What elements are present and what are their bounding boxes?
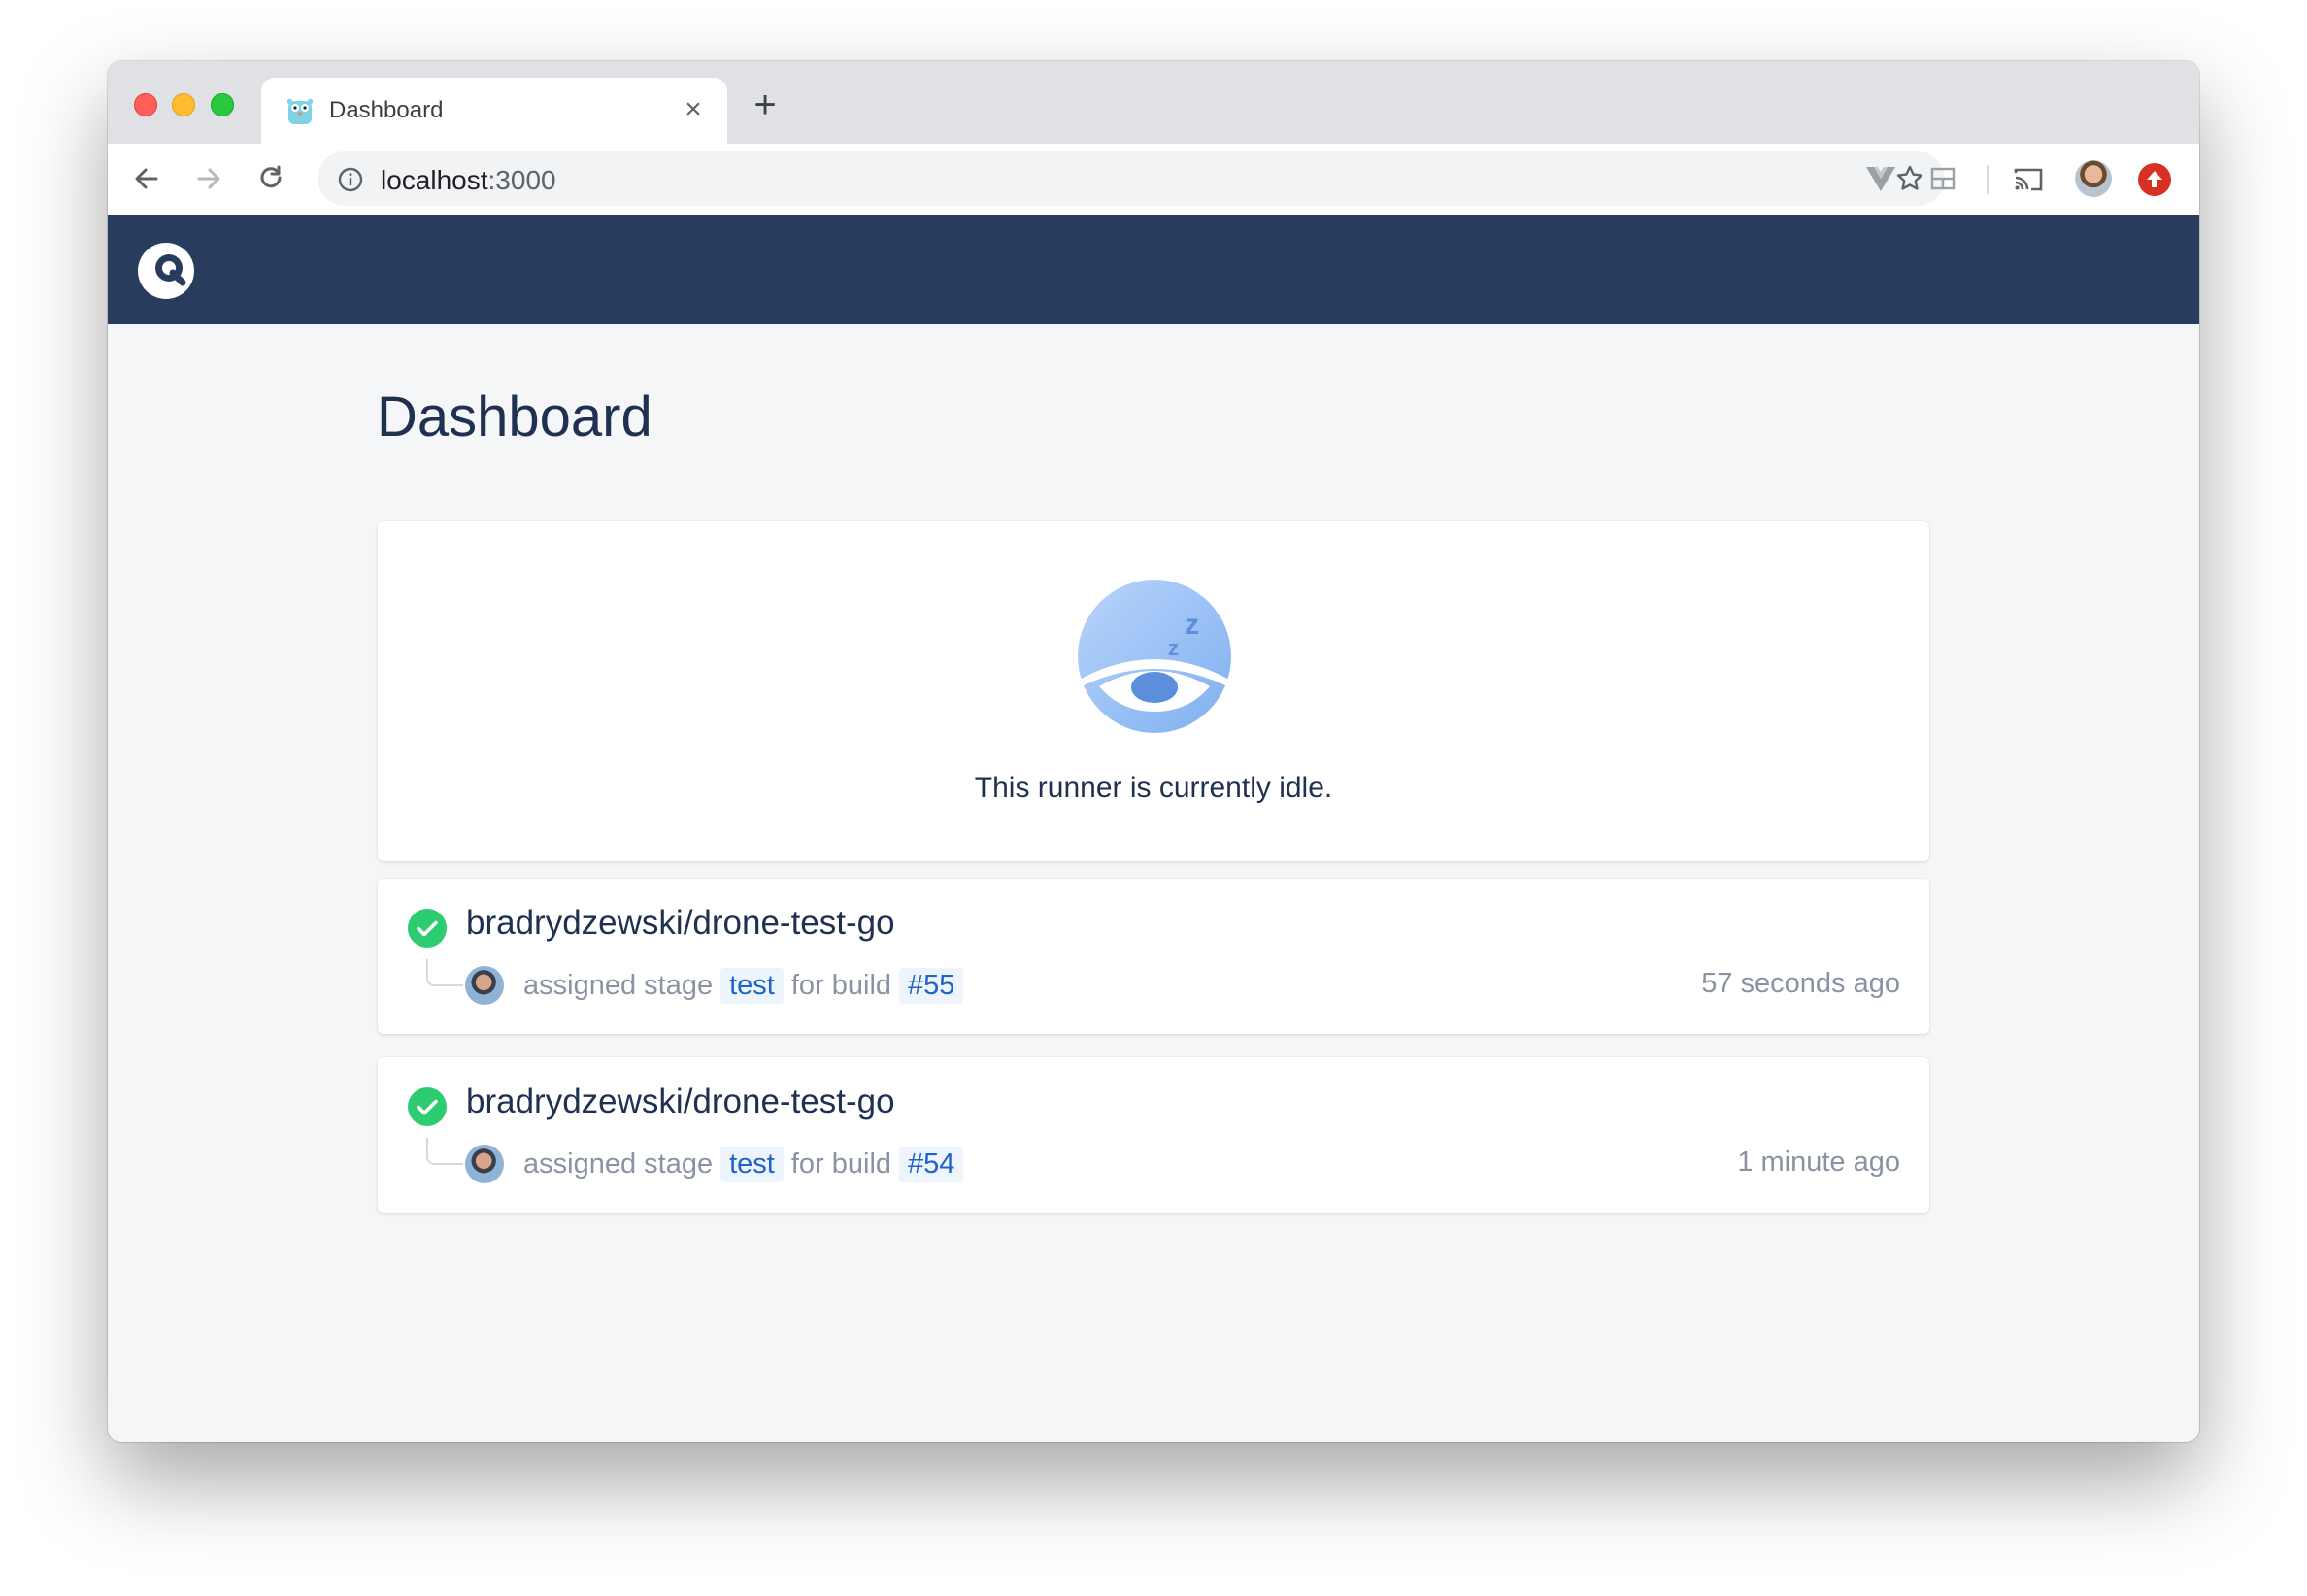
check-circle-icon — [408, 1087, 447, 1126]
connector-text: for build — [790, 1148, 892, 1180]
url-port: :3000 — [487, 165, 556, 195]
back-arrow-icon[interactable] — [129, 161, 164, 196]
build-number-tag[interactable]: #55 — [899, 968, 964, 1004]
author-avatar — [465, 1145, 504, 1183]
main-content: Dashboard z z This runner is currently i… — [108, 324, 2199, 1442]
build-number-tag[interactable]: #54 — [899, 1147, 964, 1182]
url-text: localhost:3000 — [381, 165, 556, 196]
svg-text:z: z — [1185, 609, 1199, 641]
update-arrow-icon — [2147, 171, 2162, 187]
build-timestamp: 57 seconds ago — [1701, 968, 1900, 999]
close-tab-icon[interactable]: × — [681, 95, 706, 124]
build-description: assigned stage test for build #54 — [523, 1147, 971, 1182]
browser-toolbar: localhost:3000 — [108, 144, 2199, 215]
build-description: assigned stage test for build #55 — [523, 968, 971, 1004]
sleeping-runner-icon: z z — [1078, 580, 1231, 733]
gopher-favicon-icon — [287, 99, 313, 124]
browser-window: Dashboard × + localhost:3000 Dashboard z… — [108, 61, 2199, 1442]
reload-icon[interactable] — [253, 161, 288, 196]
tree-connector — [426, 1138, 463, 1165]
update-available-icon[interactable] — [2138, 163, 2171, 196]
tab-dashboard[interactable]: Dashboard × — [261, 78, 727, 144]
tab-title: Dashboard — [329, 97, 444, 123]
drone-logo-icon[interactable] — [137, 242, 195, 300]
maximize-window-button[interactable] — [211, 93, 234, 116]
tab-strip: Dashboard × + — [108, 61, 2199, 144]
stage-tag[interactable]: test — [720, 968, 784, 1004]
check-circle-icon — [408, 909, 447, 948]
idle-card: z z This runner is currently idle. — [378, 521, 1929, 861]
action-text: assigned stage — [523, 970, 714, 1001]
action-text: assigned stage — [523, 1148, 714, 1180]
cast-icon[interactable] — [2011, 161, 2046, 196]
info-icon[interactable] — [337, 166, 364, 193]
address-bar[interactable]: localhost:3000 — [318, 151, 1945, 206]
app-header — [108, 215, 2199, 324]
toolbar-separator — [1987, 165, 1989, 194]
forward-arrow-icon[interactable] — [191, 161, 226, 196]
layout-extension-icon[interactable] — [1925, 161, 1960, 196]
minimize-window-button[interactable] — [172, 93, 195, 116]
repo-name[interactable]: bradrydzewski/drone-test-go — [466, 1082, 895, 1121]
build-card[interactable]: bradrydzewski/drone-test-go assigned sta… — [378, 879, 1929, 1034]
profile-avatar[interactable] — [2075, 160, 2112, 197]
build-card[interactable]: bradrydzewski/drone-test-go assigned sta… — [378, 1057, 1929, 1213]
build-timestamp: 1 minute ago — [1737, 1147, 1900, 1178]
stage-tag[interactable]: test — [720, 1147, 784, 1182]
page-title: Dashboard — [377, 385, 652, 449]
url-host: localhost — [381, 165, 488, 195]
connector-text: for build — [790, 970, 892, 1001]
svg-text:z: z — [1168, 636, 1179, 660]
vue-devtools-icon[interactable] — [1863, 161, 1898, 196]
author-avatar — [465, 966, 504, 1005]
close-window-button[interactable] — [134, 93, 157, 116]
repo-name[interactable]: bradrydzewski/drone-test-go — [466, 904, 895, 943]
idle-message: This runner is currently idle. — [974, 772, 1333, 804]
tree-connector — [426, 959, 463, 986]
bookmark-star-icon[interactable] — [1894, 163, 1925, 194]
new-tab-button[interactable]: + — [749, 85, 782, 124]
